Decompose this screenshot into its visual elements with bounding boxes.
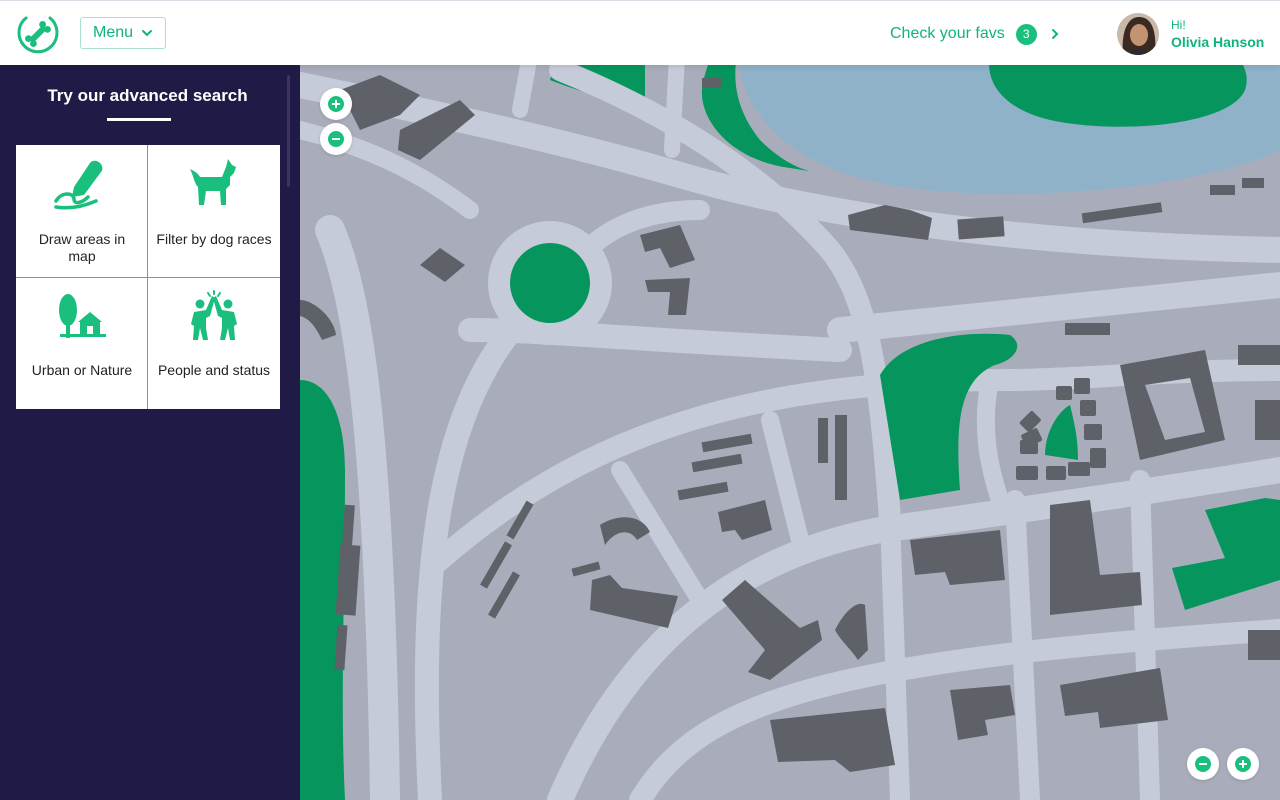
sidebar: Try our advanced search Draw areas in ma… (0, 65, 300, 800)
minus-icon (1195, 756, 1211, 772)
park-right (1172, 498, 1280, 610)
city-map[interactable] (300, 0, 1280, 800)
option-label: Urban or Nature (31, 362, 133, 378)
dog-icon (190, 159, 236, 205)
zoom-in-button[interactable] (320, 88, 352, 120)
plus-icon (328, 96, 344, 112)
zoom-out-button[interactable] (320, 123, 352, 155)
tree-house-icon (59, 294, 106, 338)
grid-divider (16, 277, 280, 278)
avatar[interactable] (1117, 13, 1159, 55)
draw-pen-icon (54, 160, 103, 210)
chevron-down-icon (142, 30, 153, 37)
check-favs-link[interactable]: Check your favs 3 (890, 23, 1059, 45)
favs-count-badge: 3 (1015, 23, 1037, 45)
option-label: Filter by dog races (156, 231, 272, 247)
chevron-right-icon (1051, 29, 1059, 39)
map-area[interactable] (300, 0, 1280, 800)
option-dog-races[interactable]: Filter by dog races (148, 145, 280, 277)
top-header: Menu Check your favs 3 Hi! Olivia Hanson (0, 0, 1280, 65)
favs-label: Check your favs (890, 25, 1005, 42)
option-label: People and status (157, 362, 271, 378)
plus-icon (1235, 756, 1251, 772)
title-underline (107, 118, 171, 121)
option-label: Draw areas in map (38, 231, 126, 264)
option-urban-nature[interactable]: Urban or Nature (16, 277, 148, 409)
park-crescent (1045, 405, 1078, 460)
sidebar-title: Try our advanced search (47, 86, 248, 105)
minus-icon (328, 131, 344, 147)
sidebar-scrollbar[interactable] (287, 75, 290, 187)
zoom-in-button-bottom[interactable] (1227, 748, 1259, 780)
people-high-five-icon (191, 290, 237, 340)
option-people-status[interactable]: People and status (148, 277, 280, 409)
bone-logo-icon[interactable] (14, 12, 62, 56)
menu-label: Menu (92, 24, 134, 41)
user-name[interactable]: Olivia Hanson (1171, 34, 1264, 50)
menu-dropdown-button[interactable]: Menu (80, 17, 166, 49)
zoom-out-button-bottom[interactable] (1187, 748, 1219, 780)
option-draw-areas[interactable]: Draw areas in map (16, 145, 148, 277)
park-roundabout (510, 243, 590, 323)
greeting-text: Hi! (1171, 18, 1186, 32)
search-options-grid: Draw areas in map Filter by dog races Ur… (16, 145, 280, 409)
